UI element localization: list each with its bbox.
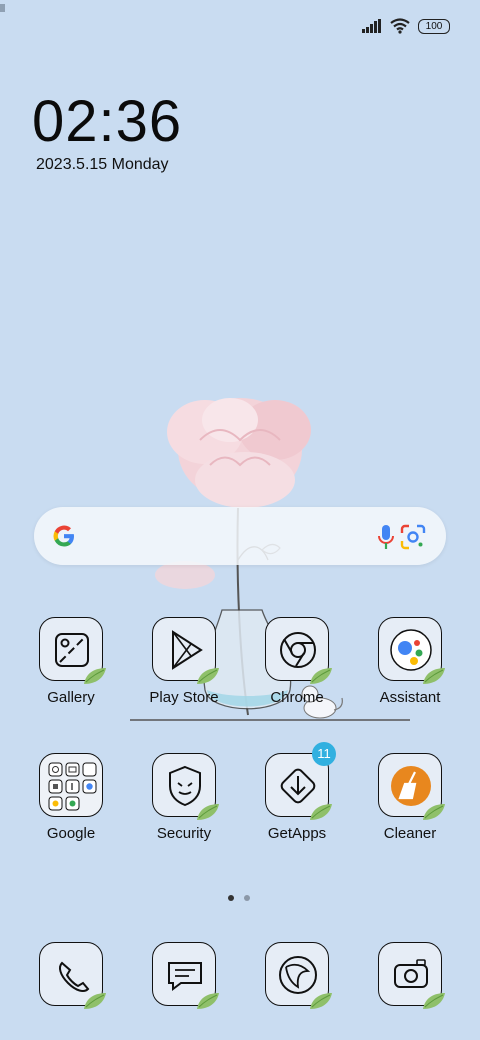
- cleaner-icon[interactable]: [378, 753, 446, 821]
- app-label: Chrome: [270, 689, 324, 706]
- wallpaper-flower-illustration: [130, 398, 410, 721]
- dock-phone[interactable]: [26, 942, 116, 1010]
- wifi-icon: [390, 18, 410, 34]
- google-folder-icon[interactable]: [39, 753, 103, 817]
- microphone-icon[interactable]: [376, 523, 396, 551]
- app-label: Security: [156, 825, 212, 842]
- battery-icon: 100: [418, 18, 450, 34]
- play-store-icon[interactable]: [152, 617, 220, 685]
- phone-icon[interactable]: [39, 942, 107, 1010]
- dock-browser[interactable]: [252, 942, 342, 1010]
- security-icon[interactable]: [152, 753, 220, 821]
- app-getapps[interactable]: 11 GetApps: [252, 742, 342, 842]
- app-google-folder[interactable]: Google: [26, 753, 116, 842]
- app-label: GetApps: [267, 825, 327, 842]
- gallery-icon[interactable]: [39, 617, 107, 685]
- app-chrome[interactable]: Chrome: [252, 617, 342, 706]
- camera-icon[interactable]: [378, 942, 446, 1010]
- getapps-icon[interactable]: 11: [265, 742, 336, 821]
- notification-dot: [0, 4, 5, 12]
- app-assistant[interactable]: Assistant: [365, 617, 455, 706]
- page-indicator[interactable]: [228, 895, 250, 901]
- notification-badge: 11: [312, 742, 336, 766]
- google-logo-icon: [53, 525, 74, 547]
- messages-icon[interactable]: [152, 942, 220, 1010]
- chrome-icon[interactable]: [265, 617, 333, 685]
- app-cleaner[interactable]: Cleaner: [365, 753, 455, 842]
- app-gallery[interactable]: Gallery: [26, 617, 116, 706]
- app-label: Assistant: [379, 689, 441, 706]
- app-play-store[interactable]: Play Store: [139, 617, 229, 706]
- dock-camera[interactable]: [365, 942, 455, 1010]
- status-bar: 100: [0, 0, 480, 48]
- clock-time[interactable]: 02:36: [32, 88, 182, 155]
- assistant-icon[interactable]: [378, 617, 446, 685]
- dock-messages[interactable]: [139, 942, 229, 1010]
- signal-icon: [362, 19, 381, 33]
- app-label: Gallery: [47, 689, 95, 706]
- page-dot[interactable]: [244, 895, 250, 901]
- clock-date[interactable]: 2023.5.15 Monday: [36, 156, 169, 174]
- page-dot-active[interactable]: [228, 895, 234, 901]
- browser-icon[interactable]: [265, 942, 333, 1010]
- lens-icon[interactable]: [400, 524, 426, 550]
- app-label: Cleaner: [383, 825, 437, 842]
- google-search-bar[interactable]: [34, 507, 446, 565]
- app-label: Google: [46, 825, 96, 842]
- app-label: Play Store: [149, 689, 219, 706]
- app-security[interactable]: Security: [139, 753, 229, 842]
